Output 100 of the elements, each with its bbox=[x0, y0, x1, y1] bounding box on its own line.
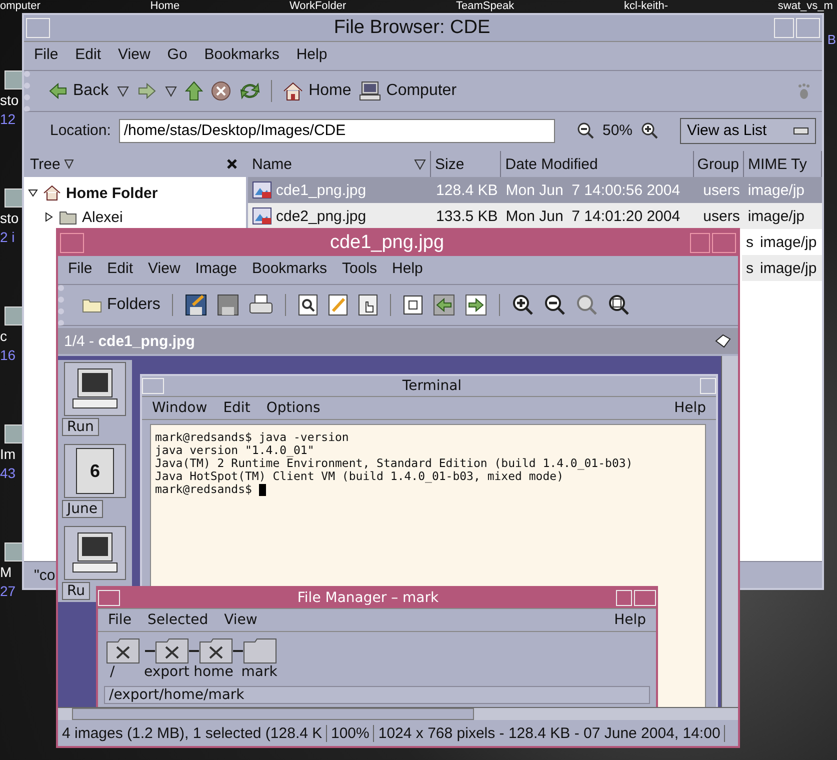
menu-item[interactable]: Selected bbox=[147, 612, 208, 628]
next-icon[interactable] bbox=[465, 294, 488, 316]
folder-icon[interactable] bbox=[199, 638, 234, 664]
desktop-icon-label[interactable]: Im bbox=[0, 444, 16, 464]
menu-item[interactable]: Bookmarks bbox=[204, 46, 280, 66]
view-mode-dropdown[interactable]: View as List bbox=[680, 118, 816, 144]
desktop-icon-label[interactable]: 27 bbox=[0, 582, 16, 600]
menu-item[interactable]: Help bbox=[614, 612, 646, 628]
zoom-out-icon[interactable] bbox=[544, 294, 566, 316]
desktop-file-icon[interactable] bbox=[4, 188, 24, 208]
zoom-fit-icon[interactable] bbox=[608, 294, 630, 316]
stop-icon[interactable] bbox=[210, 81, 231, 101]
menu-item[interactable]: Edit bbox=[107, 260, 134, 280]
desktop-icon-label[interactable]: c bbox=[0, 326, 7, 346]
computer-icon[interactable] bbox=[70, 531, 120, 575]
desktop-icon-label[interactable]: sto bbox=[0, 90, 19, 110]
print-icon[interactable] bbox=[249, 294, 274, 316]
folder-icon[interactable] bbox=[106, 638, 140, 664]
menu-item[interactable]: Edit bbox=[75, 46, 102, 66]
save-icon[interactable] bbox=[185, 294, 208, 316]
folder-label[interactable]: / bbox=[106, 664, 140, 680]
file-date: Mon Jun 7 14:01:20 2004 bbox=[506, 208, 680, 224]
front-panel-label[interactable]: Run bbox=[62, 418, 99, 436]
close-icon[interactable] bbox=[226, 158, 238, 170]
calendar-day[interactable]: 6 bbox=[76, 448, 114, 494]
dropdown-arrow-icon[interactable] bbox=[164, 85, 177, 97]
desktop-icon-label[interactable]: swat_vs_m bbox=[778, 0, 833, 12]
desktop-icon-label[interactable]: Home bbox=[150, 0, 180, 12]
menu-item[interactable]: Window bbox=[152, 400, 208, 416]
table-row[interactable]: cde2_png.jpg 133.5 KB Mon Jun 7 14:01:20 2004 users image/jp bbox=[248, 203, 822, 229]
dropdown-arrow-icon[interactable] bbox=[116, 85, 129, 97]
desktop-icon-label[interactable]: 2 i bbox=[0, 228, 15, 246]
menu-item[interactable]: View bbox=[148, 260, 180, 280]
desktop-icon-label[interactable]: WorkFolder bbox=[289, 0, 346, 12]
up-arrow-icon[interactable] bbox=[184, 81, 203, 101]
hand-pointer-icon[interactable] bbox=[358, 294, 378, 316]
tree-item[interactable]: Home Folder bbox=[66, 184, 158, 202]
zoom-in-icon[interactable] bbox=[512, 294, 534, 316]
folder-label[interactable]: mark bbox=[233, 664, 278, 680]
expander-icon[interactable] bbox=[28, 188, 38, 198]
horizontal-scrollbar[interactable] bbox=[58, 707, 738, 720]
save-as-icon[interactable] bbox=[217, 294, 240, 316]
expander-icon[interactable] bbox=[44, 212, 54, 222]
desktop-file-icon[interactable] bbox=[4, 542, 24, 562]
tree-panel-title[interactable]: Tree bbox=[30, 156, 60, 172]
back-button[interactable]: Back bbox=[48, 82, 109, 100]
desktop-icon-label[interactable]: 43 bbox=[0, 464, 16, 482]
location-field[interactable]: /home/stas/Desktop/Images/CDE bbox=[118, 118, 556, 142]
zoom-normal-icon[interactable] bbox=[576, 294, 598, 316]
desktop-file-icon[interactable] bbox=[4, 70, 24, 90]
folder-icon[interactable] bbox=[243, 638, 278, 664]
home-button[interactable]: Home bbox=[282, 81, 352, 101]
menu-item[interactable]: Bookmarks bbox=[252, 260, 328, 280]
menu-item[interactable]: View bbox=[224, 612, 258, 628]
desktop-icon-label[interactable]: B bbox=[827, 32, 836, 48]
folder-label[interactable]: export bbox=[140, 664, 190, 680]
menu-item[interactable]: View bbox=[118, 46, 150, 66]
menu-item[interactable]: Help bbox=[674, 400, 706, 416]
fit-frame-icon[interactable] bbox=[403, 295, 424, 315]
computer-icon[interactable] bbox=[70, 367, 120, 411]
desktop-icon-label[interactable]: sto bbox=[0, 208, 19, 228]
menu-item[interactable]: File bbox=[68, 260, 92, 280]
computer-button[interactable]: Computer bbox=[359, 81, 457, 101]
menu-item[interactable]: Options bbox=[266, 400, 320, 416]
desktop-icon-label[interactable]: TeamSpeak bbox=[456, 0, 514, 12]
desktop-icon-label[interactable]: 12 bbox=[0, 110, 16, 128]
reload-icon[interactable] bbox=[238, 81, 261, 101]
location-label: Location: bbox=[50, 122, 111, 139]
tag-icon[interactable] bbox=[714, 333, 732, 349]
zoom-in-icon[interactable] bbox=[640, 122, 658, 140]
menu-item[interactable]: File bbox=[34, 46, 58, 66]
front-panel-label[interactable]: June bbox=[62, 500, 102, 518]
previous-icon[interactable] bbox=[433, 294, 456, 316]
dropdown-arrow-icon[interactable] bbox=[64, 159, 74, 169]
desktop-icon-label[interactable]: kcl-keith- bbox=[624, 0, 668, 12]
desktop-icon-label[interactable]: omputer bbox=[0, 0, 40, 12]
menu-item[interactable]: File bbox=[108, 612, 132, 628]
folder-label[interactable]: home bbox=[189, 664, 234, 680]
folder-icon[interactable] bbox=[155, 638, 190, 664]
zoom-out-icon[interactable] bbox=[577, 122, 594, 140]
menu-item[interactable]: Image bbox=[195, 260, 237, 280]
tree-item[interactable]: Alexei bbox=[82, 208, 123, 226]
desktop-file-icon[interactable] bbox=[4, 306, 24, 326]
edit-document-icon[interactable] bbox=[328, 294, 348, 316]
menu-item[interactable]: Edit bbox=[223, 400, 250, 416]
menu-item[interactable]: Go bbox=[167, 46, 188, 66]
right-arrow-icon[interactable] bbox=[136, 82, 157, 100]
menu-item[interactable]: Tools bbox=[342, 260, 378, 280]
desktop-icon-label[interactable]: 16 bbox=[0, 346, 16, 364]
menu-item[interactable]: Help bbox=[296, 46, 328, 66]
menu-item[interactable]: Help bbox=[392, 260, 423, 280]
path-field[interactable]: /export/home/mark bbox=[104, 686, 650, 704]
desktop-icon-label[interactable]: M bbox=[0, 562, 12, 582]
table-row[interactable]: s image/jp bbox=[742, 255, 822, 281]
vertical-scrollbar[interactable] bbox=[721, 356, 738, 707]
front-panel-label[interactable]: Ru bbox=[62, 582, 90, 600]
window-title: cde1_png.jpg bbox=[328, 232, 446, 254]
desktop-file-icon[interactable] bbox=[4, 424, 24, 444]
folders-button[interactable]: Folders bbox=[82, 296, 160, 314]
document-search-icon[interactable] bbox=[298, 294, 318, 316]
